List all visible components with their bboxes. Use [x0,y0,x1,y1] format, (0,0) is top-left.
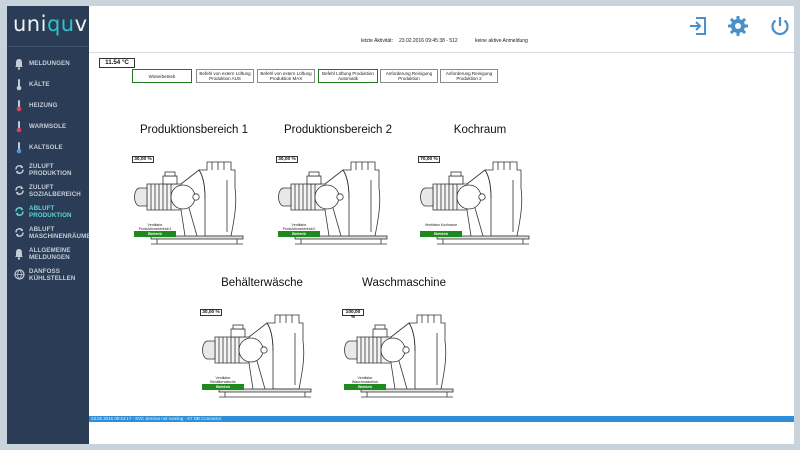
sidebar-item-label: WARMSOLE [29,123,67,130]
sidebar-item-label: ABLUFT PRODUKTION [29,204,72,219]
unit-title: Waschmaschine [362,277,446,289]
app-window: uniquvis MELDUNGEN KÄLTE HEIZUNG WARMSOL… [7,6,794,444]
fan-unit-produktionsbereich-1[interactable]: Produktionsbereich 1 30,00 % Ventilator … [119,124,269,264]
sidebar-item-label: DANFOSS KÜHLSTELLEN [29,267,76,282]
header: letzte Aktivität: 23.02.2016 09:45:38 - … [89,6,794,48]
mode-button-automatik[interactable]: Befehl Lüftung Produktion Automatik [318,69,378,83]
sidebar-item-label: ABLUFT MASCHINENRÄUME [29,225,91,240]
status-bar: 23.02.2016 09:44:17 - SVC Service not ru… [89,416,794,422]
unit-caption: Ventilator Behälterwäsche [210,376,236,384]
mode-button-reinigung-1[interactable]: Anforderung Reinigung Produktion [380,69,438,83]
sidebar-divider [7,46,89,47]
unit-status-badge: Betrieb [420,231,462,237]
sidebar-item-label: ZULUFT SOZIALBEREICH [29,183,81,198]
sidebar-item-label: ALLGEMEINE MELDUNGEN [29,246,71,261]
status-bar-text: 23.02.2016 09:44:17 - SVC Service not ru… [91,416,222,421]
login-status: keine aktive Anmeldung [475,38,528,44]
sidebar-item-label: KALTSOLE [29,144,63,151]
sidebar-item-heizung[interactable]: HEIZUNG [7,95,89,116]
unit-status-badge: Betrieb [344,384,386,390]
thermometer-icon [13,120,25,134]
sidebar-item-label: MELDUNGEN [29,60,70,67]
unit-title: Produktionsbereich 2 [283,124,393,136]
mode-button-reinigung-2[interactable]: Anforderung Reinigung Produktion 2 [440,69,498,83]
unit-caption: Ventilator Produktionsbereich2 [282,223,316,231]
sidebar: uniquvis MELDUNGEN KÄLTE HEIZUNG WARMSOL… [7,6,105,444]
unit-status-badge: Betrieb [134,231,176,237]
sidebar-item-meldungen[interactable]: MELDUNGEN [7,53,89,74]
sidebar-item-label: KÄLTE [29,81,50,88]
fan-unit-produktionsbereich-2[interactable]: Produktionsbereich 2 30,00 % Ventilator … [263,124,413,264]
unit-title: Kochraum [453,124,507,136]
mode-button-extern-aus[interactable]: Befehl von extern Lüftung Produktion AUS [196,69,254,83]
unit-caption: Ventilator Produktionsbereich1 [138,223,172,231]
outdoor-temperature: 11.54 °C [99,58,135,68]
sidebar-item-kaltsole[interactable]: KALTSOLE [7,137,89,158]
sidebar-item-label: ZULUFT PRODUKTION [29,162,72,177]
unit-speed-value: 30,00 % [200,309,222,316]
thermometer-icon [13,99,25,113]
refresh-icon [13,226,25,240]
bell-icon [13,247,25,261]
bell-icon [13,57,25,71]
unit-speed-value: 30,00 % [132,156,154,163]
unit-status-badge: Betrieb [278,231,320,237]
mode-button-extern-max[interactable]: Befehl von extern Lüftung Produktion MAX [257,69,315,83]
sidebar-item-danfoss-kuehlstellen[interactable]: DANFOSS KÜHLSTELLEN [7,264,89,285]
unit-title: Behälterwäsche [221,277,303,289]
refresh-icon [13,205,25,219]
sidebar-item-allgemeine-meldungen[interactable]: ALLGEMEINE MELDUNGEN [7,243,89,264]
sidebar-item-warmsole[interactable]: WARMSOLE [7,116,89,137]
power-icon[interactable] [769,15,791,37]
sidebar-item-kaelte[interactable]: KÄLTE [7,74,89,95]
last-activity-label: letzte Aktivität: [361,38,393,44]
refresh-icon [13,163,25,177]
sidebar-item-label: HEIZUNG [29,102,58,109]
unit-caption: Ventilator Waschmaschine [351,376,379,384]
thermometer-icon [13,78,25,92]
refresh-icon [13,184,25,198]
mode-button-winterbetrieb[interactable]: Winterbetrieb [132,69,192,83]
unit-title: Produktionsbereich 1 [139,124,249,136]
unit-speed-value: 30,00 % [276,156,298,163]
unit-speed-value: 100,00 % [342,309,364,320]
fan-unit-waschmaschine[interactable]: Waschmaschine 100,00 % Ventilator Waschm… [329,277,479,417]
thermometer-icon [13,141,25,155]
globe-icon [13,268,25,282]
fan-unit-kochraum[interactable]: Kochraum 70,00 % Ventilator Kochraum Bet… [405,124,555,264]
sidebar-item-zuluft-sozialbereich[interactable]: ZULUFT SOZIALBEREICH [7,180,89,201]
sidebar-item-abluft-produktion[interactable]: ABLUFT PRODUKTION [7,201,89,222]
unit-speed-value: 70,00 % [418,156,440,163]
unit-caption: Ventilator Kochraum [424,223,458,227]
fan-unit-behaelterwaesche[interactable]: Behälterwäsche 30,00 % Ventilator Behält… [187,277,337,417]
logout-icon[interactable] [687,15,709,37]
last-activity-time: 23.02.2016 09:45:38 - 512 [399,38,458,44]
main-content: 11.54 °C Winterbetrieb Befehl von extern… [89,52,794,416]
sidebar-item-zuluft-produktion[interactable]: ZULUFT PRODUKTION [7,159,89,180]
unit-status-badge: Betrieb [202,384,244,390]
settings-gear-icon[interactable] [727,15,749,37]
sidebar-item-abluft-maschinenraeume[interactable]: ABLUFT MASCHINENRÄUME [7,222,91,243]
